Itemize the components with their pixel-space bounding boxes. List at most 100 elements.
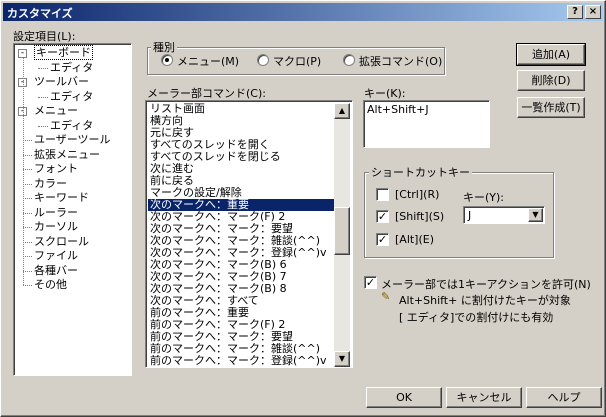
tree-item-label: キーワード [34,191,89,204]
dropdown-arrow-icon[interactable]: ▼ [528,208,543,222]
settings-tree[interactable]: キーボード - エディタ ツールバー - エディタ メニュー - エディタ ユーザーツール 拡張メニ… [13,43,132,376]
help-title-button[interactable]: ? [567,5,583,19]
cancel-button[interactable]: キャンセル [446,387,522,408]
command-list-item[interactable]: 前に戻る [148,175,336,187]
command-list-item[interactable]: 横方向 [148,115,336,127]
tree-item-label: その他 [34,278,67,291]
command-list-item[interactable]: 次のマークへ：マーク(F) 2 [148,211,336,223]
command-list-item[interactable]: 次のマークへ：マーク：雑談(^^) [148,235,336,247]
tree-item[interactable]: ルーラー [34,206,78,220]
alt-label[interactable]: [Alt](E) [395,233,434,246]
scroll-down-icon[interactable]: ▼ [334,351,350,367]
command-scrollbar[interactable]: ▲ ▼ [334,103,350,367]
tree-connector [23,183,32,185]
kind-group-title: 種別 [151,39,177,55]
command-items: リスト画面 横方向 元に戻す すべてのスレッドを開く すべてのスレッドを閉じる 次に進む前… [148,103,336,367]
tree-item-label: スクロール [34,234,89,248]
ctrl-label[interactable]: [Ctrl](R) [395,188,439,201]
tree-item-label: ツールバー [34,75,89,88]
command-list-item[interactable]: 元に戻す [148,127,336,139]
allow-checkbox[interactable]: ✓ [364,276,377,289]
tree-item[interactable]: フォント [34,162,78,176]
radio-extended-label[interactable]: 拡張コマンド(O) [359,53,442,69]
alt-checkbox[interactable]: ✓ [376,233,389,246]
tree-connector [38,96,48,98]
tree-item[interactable]: ファイル [34,249,78,263]
help-button[interactable]: ヘルプ [526,387,602,408]
list-button[interactable]: 一覧作成(T) [517,97,585,118]
key-label: キー(K): [364,87,406,100]
customize-dialog: カスタマイズ ? × 設定項目(L): キーボード - エディタ ツールバー - エディタ… [0,0,606,417]
tree-connector [23,154,32,156]
radio-menu[interactable] [161,54,173,66]
shift-label[interactable]: [Shift](S) [395,210,444,223]
tree-item-label: カーソル [34,220,78,233]
tree-connector [23,241,32,243]
command-list-item[interactable]: 次のマークへ：マーク：要望 [148,223,336,235]
tree-item[interactable]: エディタ [50,61,93,75]
command-list-item[interactable]: 次のマークへ：重要 [148,199,336,211]
tree-item-label: エディタ [50,89,94,103]
tree-item[interactable]: カラー [34,177,67,191]
command-list-item[interactable]: 次に進む [148,163,336,175]
tree-item[interactable]: エディタ [50,119,93,133]
scroll-up-icon[interactable]: ▲ [334,103,350,119]
title-bar: カスタマイズ ? × [3,3,603,21]
add-button[interactable]: 追加(A) [516,43,586,66]
radio-menu-label[interactable]: メニュー(M) [177,53,239,69]
tree-item[interactable]: その他 [34,278,67,292]
command-list-item[interactable]: 次のマークへ：マーク(B) 7 [148,271,336,283]
tree-item[interactable]: ユーザーツール [34,133,111,147]
command-list-label: メーラー部コマンド(C): [147,87,266,100]
tree-item-label: ファイル [34,249,78,262]
command-list-item[interactable]: 前のマークへ：マーク：登録(^^)v [148,355,336,367]
command-list-item[interactable]: 前のマークへ：マーク：雑談(^^) [148,343,336,355]
tree-item[interactable]: キーボード [34,45,93,60]
tree-item[interactable]: カーソル [34,220,78,234]
command-list-item[interactable]: 前のマークへ：マーク(F) 2 [148,319,336,331]
command-list-item[interactable]: 前のマークへ：重要 [148,307,336,319]
tree-item[interactable]: 各種バー [34,264,78,278]
command-list-item[interactable]: 次のマークへ：すべて [148,295,336,307]
shift-checkbox[interactable]: ✓ [376,210,389,223]
settings-label: 設定項目(L): [13,30,76,43]
pencil-icon: ✎ [381,290,391,303]
collapse-icon[interactable]: - [18,49,27,58]
command-list-item[interactable]: すべてのスレッドを開く [148,139,336,151]
tree-item-label: エディタ [50,118,94,132]
ctrl-checkbox[interactable] [376,188,389,201]
command-list-item[interactable]: マークの設定/解除 [148,187,336,199]
tree-item-label: ユーザーツール [34,133,111,146]
shortcut-group-title: ショートカットキー [369,164,472,180]
close-button[interactable]: × [585,5,601,19]
allow-label[interactable]: メーラー部では1キーアクションを許可(N) [381,276,591,292]
tree-item[interactable]: 拡張メニュー [34,148,100,162]
radio-extended[interactable] [343,54,355,66]
tree-connector [38,125,48,127]
command-list[interactable]: リスト画面 横方向 元に戻す すべてのスレッドを開く すべてのスレッドを閉じる 次に進む前… [145,100,353,368]
allow-note-1: Alt+Shift+ に割付けたキーが対象 [399,294,571,307]
radio-macro-label[interactable]: マクロ(P) [273,53,321,69]
tree-item[interactable]: スクロール [34,235,89,249]
tree-item-label: キーボード [34,45,93,60]
scroll-thumb[interactable] [334,207,350,255]
shortcut-key-label: キー(Y): [463,191,505,204]
command-list-item[interactable]: 次のマークへ：マーク(B) 6 [148,259,336,271]
tree-item[interactable]: キーワード [34,191,89,205]
ok-button[interactable]: OK [366,387,442,408]
command-list-item[interactable]: 次のマークへ：マーク(B) 8 [148,283,336,295]
radio-macro[interactable] [257,54,269,66]
tree-item[interactable]: メニュー [34,104,78,118]
key-field[interactable]: Alt+Shift+J [363,100,490,148]
tree-item-label: 拡張メニュー [34,147,100,161]
tree-item[interactable]: ツールバー [34,75,89,89]
delete-button[interactable]: 削除(D) [517,70,585,91]
tree-item[interactable]: エディタ [50,90,93,104]
command-list-item[interactable]: リスト画面 [148,103,336,115]
command-list-item[interactable]: すべてのスレッドを閉じる [148,151,336,163]
window-title: カスタマイズ [7,7,73,20]
command-list-item[interactable]: 次のマークへ：マーク：登録(^^)v [148,247,336,259]
shortcut-key-select[interactable]: J ▼ [463,206,545,224]
tree-connector [23,212,32,214]
command-list-item[interactable]: 前のマークへ：マーク：要望 [148,331,336,343]
